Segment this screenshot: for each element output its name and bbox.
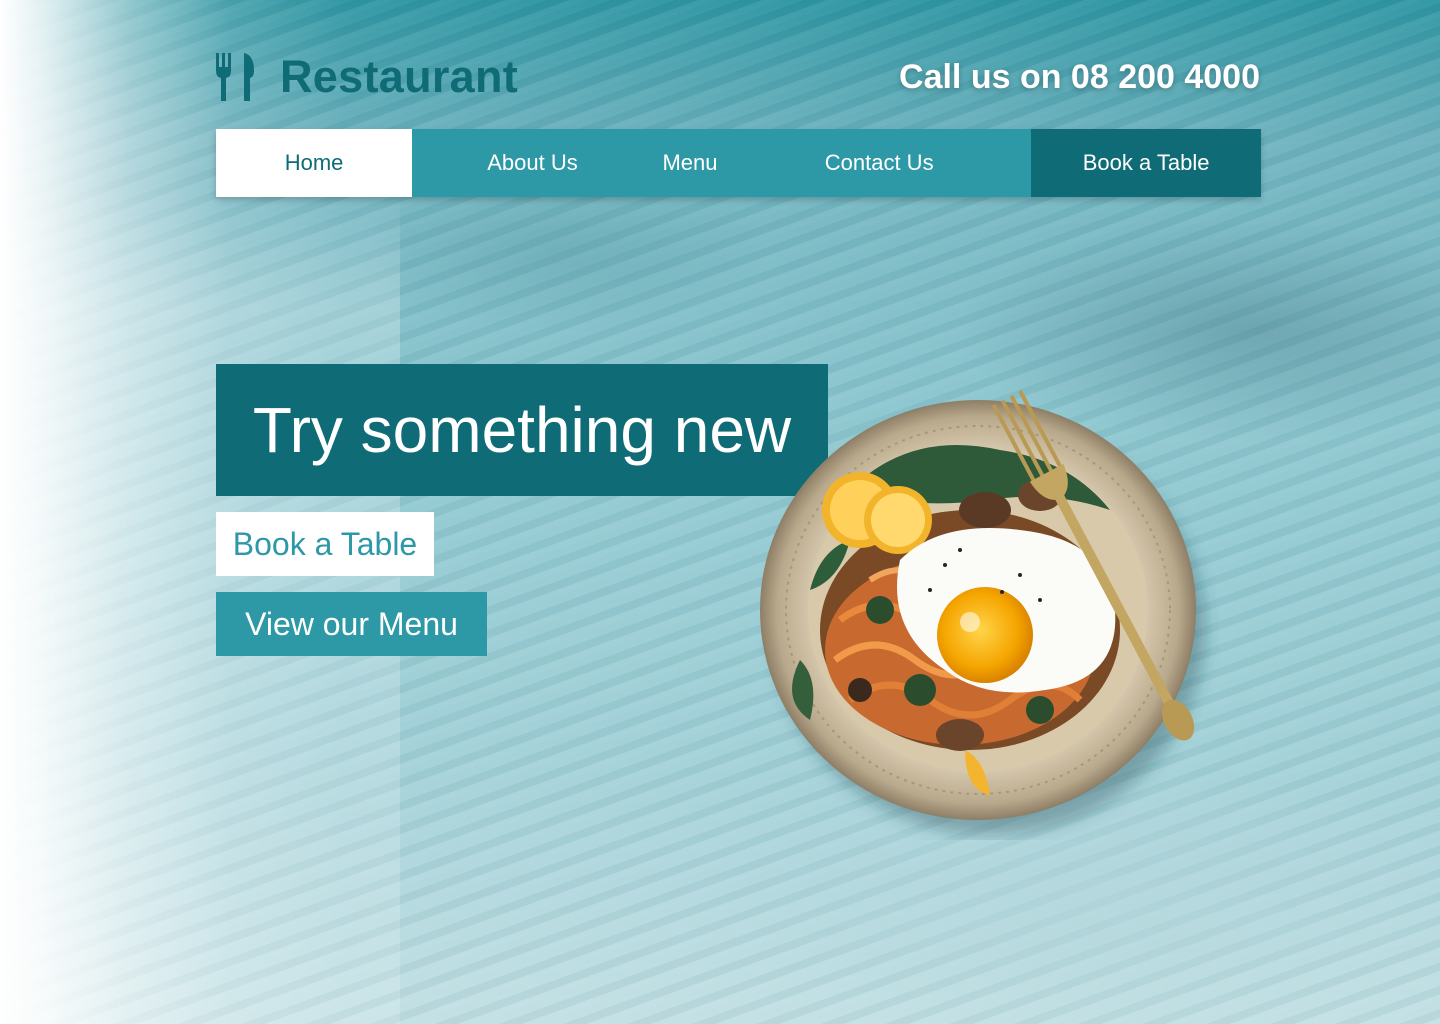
nav-item-about-us[interactable]: About Us	[412, 129, 653, 197]
fork-knife-icon	[216, 53, 254, 101]
brand-name: Restaurant	[280, 51, 519, 102]
nav-item-home[interactable]: Home	[216, 129, 413, 197]
brand-logo[interactable]: Restaurant	[216, 51, 519, 102]
hero-title: Try something new	[216, 364, 828, 496]
nav-item-book-a-table[interactable]: Book a Table	[1031, 129, 1262, 197]
nav-item-menu[interactable]: Menu	[653, 129, 727, 197]
dish-image	[740, 360, 1220, 840]
main-nav: Home About Us Menu Contact Us Book a Tab…	[216, 129, 1262, 197]
view-menu-button[interactable]: View our Menu	[216, 592, 487, 656]
book-table-button[interactable]: Book a Table	[216, 512, 434, 576]
nav-item-contact-us[interactable]: Contact Us	[727, 129, 1031, 197]
phone-number[interactable]: Call us on 08 200 4000	[899, 58, 1260, 97]
